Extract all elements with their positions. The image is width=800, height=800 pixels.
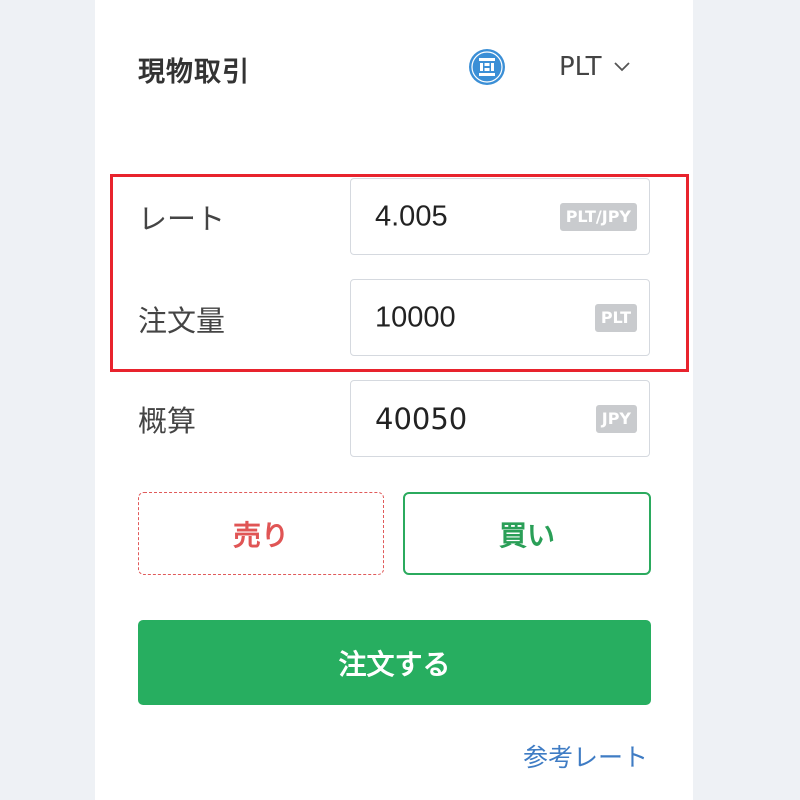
- platinum-coin-icon: [469, 49, 505, 85]
- rate-unit-badge: PLT/JPY: [559, 202, 637, 231]
- currency-pair-label: PLT: [559, 52, 602, 82]
- chevron-down-icon: [614, 62, 631, 72]
- estimate-unit-badge: JPY: [595, 404, 637, 433]
- amount-unit-badge: PLT: [594, 303, 637, 332]
- rate-label: レート: [138, 202, 226, 236]
- estimate-label: 概算: [138, 404, 197, 438]
- sell-button[interactable]: 売り: [138, 492, 384, 575]
- rate-field[interactable]: PLT/JPY: [350, 178, 650, 255]
- estimate-value: 40050: [375, 401, 468, 436]
- rate-input[interactable]: [375, 200, 535, 233]
- amount-field[interactable]: PLT: [350, 279, 650, 356]
- reference-rate-link[interactable]: 参考レート: [523, 738, 648, 774]
- place-order-button[interactable]: 注文する: [138, 620, 651, 705]
- page-title: 現物取引: [138, 57, 250, 88]
- amount-label: 注文量: [138, 304, 226, 338]
- amount-input[interactable]: [375, 301, 535, 334]
- estimate-field: 40050 JPY: [350, 380, 650, 457]
- currency-pair-dropdown[interactable]: PLT: [559, 52, 631, 82]
- buy-button[interactable]: 買い: [403, 492, 651, 575]
